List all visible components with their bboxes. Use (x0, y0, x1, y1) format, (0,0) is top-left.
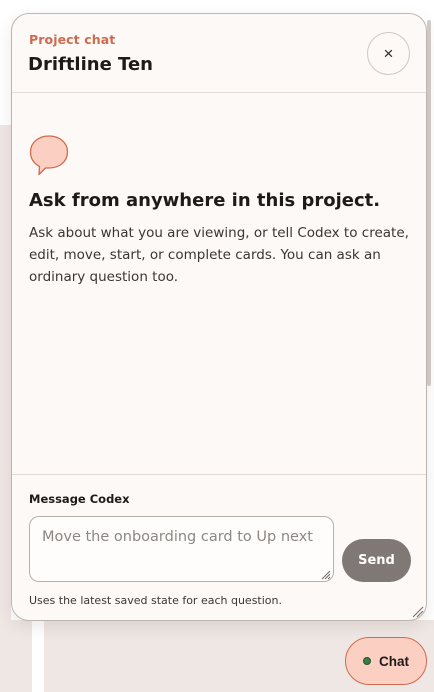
background-column (32, 620, 44, 692)
speech-bubble-icon (29, 135, 69, 176)
close-icon: × (383, 44, 394, 63)
chat-panel: Project chat Driftline Ten × Ask from an… (11, 13, 427, 621)
composer-hint: Uses the latest saved state for each que… (29, 594, 282, 607)
panel-header: Project chat Driftline Ten × (12, 14, 426, 93)
background-panel (0, 125, 11, 692)
composer: Message Codex Send Uses the latest saved… (12, 474, 426, 620)
status-dot-icon (363, 657, 371, 665)
page-scrollbar[interactable] (427, 20, 431, 386)
send-button[interactable]: Send (342, 539, 411, 582)
composer-label: Message Codex (29, 492, 130, 506)
panel-resize-icon[interactable] (410, 604, 424, 618)
message-input[interactable] (29, 516, 334, 582)
close-button[interactable]: × (367, 32, 410, 75)
panel-eyebrow: Project chat (29, 32, 116, 47)
panel-title: Driftline Ten (28, 54, 153, 75)
empty-state-title: Ask from anywhere in this project. (29, 190, 381, 211)
empty-state-description: Ask about what you are viewing, or tell … (29, 225, 409, 285)
chat-toggle-label: Chat (379, 653, 409, 669)
chat-toggle-button[interactable]: Chat (345, 637, 427, 685)
